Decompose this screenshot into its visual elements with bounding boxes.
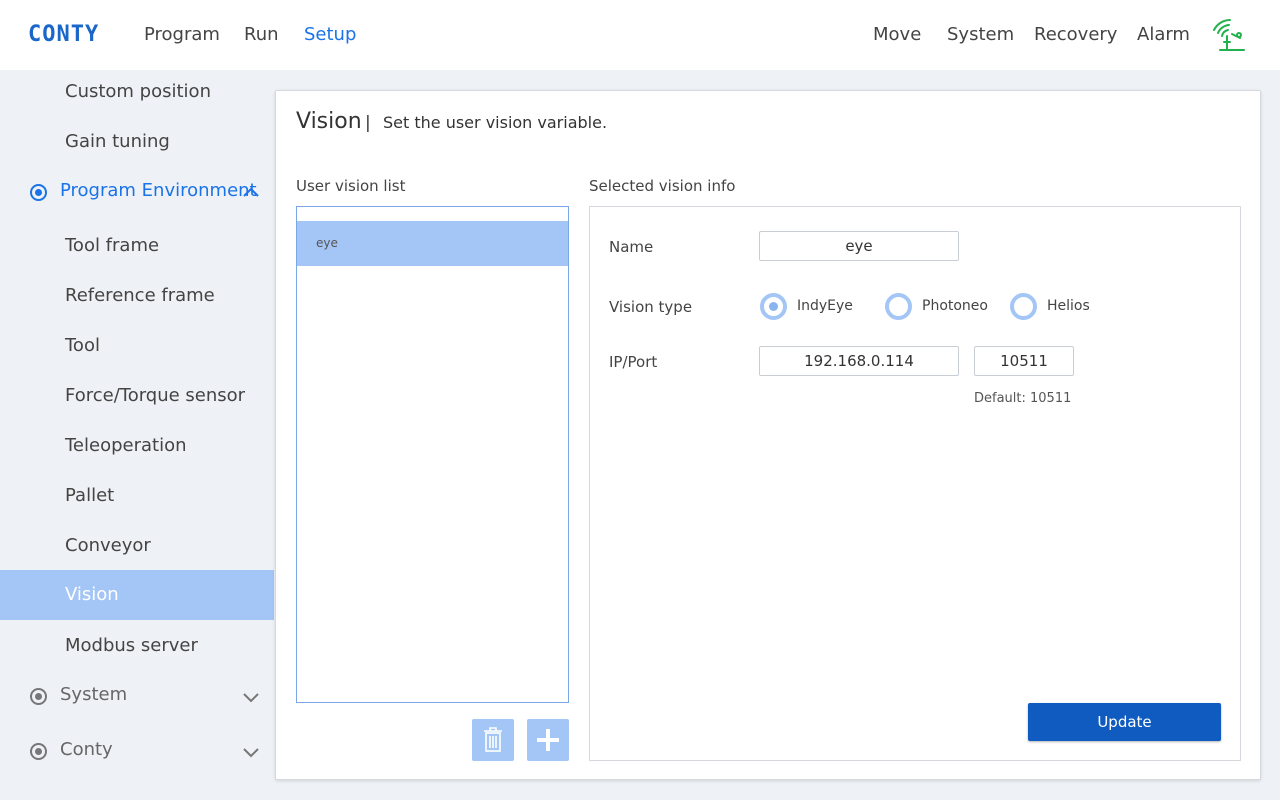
radio-checked-icon <box>760 293 787 320</box>
sidebar-item-tool[interactable]: Tool <box>0 321 274 371</box>
nav-run[interactable]: Run <box>244 24 279 45</box>
sidebar-group-conty[interactable]: Conty <box>0 726 274 776</box>
wifi-signal-icon[interactable] <box>1210 16 1248 54</box>
nav-alarm[interactable]: Alarm <box>1137 24 1190 45</box>
nav-setup[interactable]: Setup <box>304 24 356 45</box>
sidebar-group-label: Conty <box>60 739 113 760</box>
ip-input[interactable] <box>759 346 959 376</box>
vision-type-label: Vision type <box>609 298 693 316</box>
radio-dot-icon <box>30 184 47 201</box>
radio-dot-icon <box>30 688 47 705</box>
sidebar-group-label: Program Environment <box>60 180 257 201</box>
nav-move[interactable]: Move <box>873 24 921 45</box>
vision-info-panel: Name Vision type IndyEye Photoneo Helios… <box>589 206 1241 761</box>
chevron-down-icon <box>243 748 259 758</box>
chevron-up-icon <box>243 187 259 197</box>
nav-recovery[interactable]: Recovery <box>1034 24 1117 45</box>
name-input[interactable] <box>759 231 959 261</box>
sidebar-item-teleoperation[interactable]: Teleoperation <box>0 421 274 471</box>
page-description: Set the user vision variable. <box>383 113 608 132</box>
nav-system[interactable]: System <box>947 24 1014 45</box>
port-input[interactable] <box>974 346 1074 376</box>
sidebar-item-force-torque-sensor[interactable]: Force/Torque sensor <box>0 371 274 421</box>
chevron-down-icon <box>243 693 259 703</box>
vision-list-label: User vision list <box>296 177 406 195</box>
add-button[interactable] <box>527 719 569 761</box>
sidebar-item-modbus-server[interactable]: Modbus server <box>0 621 274 671</box>
update-button[interactable]: Update <box>1028 703 1221 741</box>
nav-program[interactable]: Program <box>144 24 220 45</box>
radio-unchecked-icon <box>1010 293 1037 320</box>
sidebar-item-pallet[interactable]: Pallet <box>0 471 274 521</box>
trash-icon <box>484 727 502 752</box>
sidebar-group-label: System <box>60 684 128 705</box>
radio-unchecked-icon <box>885 293 912 320</box>
name-label: Name <box>609 238 654 256</box>
sidebar: Custom position Gain tuning Program Envi… <box>0 70 274 800</box>
sidebar-item-reference-frame[interactable]: Reference frame <box>0 271 274 321</box>
list-item[interactable]: eye <box>297 221 568 266</box>
delete-button[interactable] <box>472 719 514 761</box>
sidebar-item-conveyor[interactable]: Conveyor <box>0 521 274 571</box>
radio-label: Photoneo <box>922 298 988 314</box>
vision-card: Vision | Set the user vision variable. U… <box>275 90 1261 780</box>
radio-label: Helios <box>1047 298 1090 314</box>
title-separator: | <box>365 113 371 133</box>
sidebar-item-vision[interactable]: Vision <box>0 570 274 620</box>
top-bar: CONTY Program Run Setup Move System Reco… <box>0 0 1280 70</box>
plus-icon <box>537 729 559 751</box>
conty-logo: CONTY <box>28 22 100 47</box>
sidebar-item-tool-frame[interactable]: Tool frame <box>0 221 274 271</box>
sidebar-group-program-environment[interactable]: Program Environment <box>0 167 274 217</box>
page-title: Vision <box>296 109 362 134</box>
vision-info-label: Selected vision info <box>589 177 736 195</box>
port-default-hint: Default: 10511 <box>974 391 1072 406</box>
sidebar-group-system[interactable]: System <box>0 671 274 721</box>
sidebar-item-custom-position[interactable]: Custom position <box>0 70 274 117</box>
sidebar-item-gain-tuning[interactable]: Gain tuning <box>0 117 274 167</box>
radio-dot-icon <box>30 743 47 760</box>
ip-port-label: IP/Port <box>609 353 658 371</box>
radio-label: IndyEye <box>797 298 853 314</box>
vision-list: eye <box>296 206 569 703</box>
